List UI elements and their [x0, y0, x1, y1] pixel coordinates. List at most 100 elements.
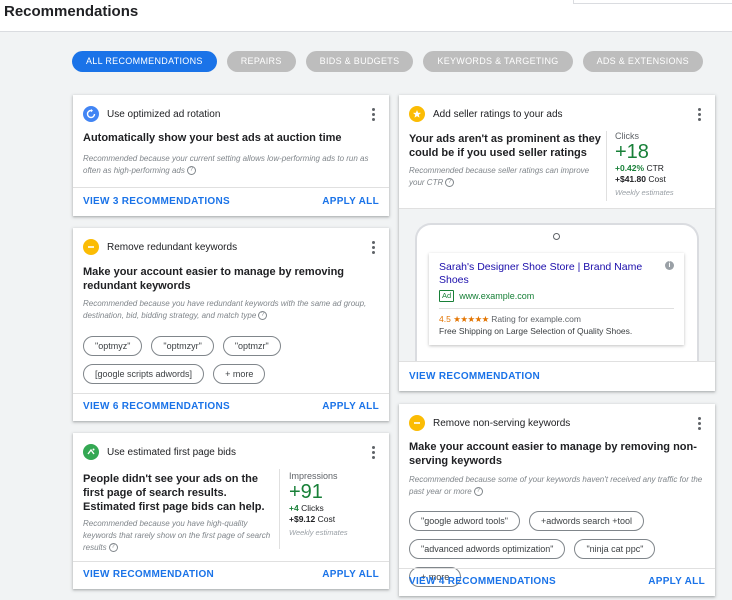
card-seller-ratings: Add seller ratings to your ads Your ads … — [399, 95, 715, 391]
reason-text: Recommended because seller ratings can i… — [409, 166, 590, 187]
more-options-icon[interactable] — [367, 239, 379, 255]
keyword-chip[interactable]: "advanced adwords optimization" — [409, 539, 566, 559]
more-options-icon[interactable] — [367, 444, 379, 460]
card-reason: Recommended because seller ratings can i… — [409, 165, 594, 189]
apply-all-link[interactable]: APPLY ALL — [322, 196, 379, 207]
keyword-chip[interactable]: [google scripts adwords] — [83, 364, 205, 384]
card-footer: VIEW 6 RECOMMENDATIONS APPLY ALL — [73, 393, 389, 421]
help-icon[interactable]: ? — [186, 166, 196, 176]
card-footer: VIEW RECOMMENDATION APPLY ALL — [73, 561, 389, 589]
minus-icon — [83, 239, 99, 255]
stats-metric-label: Impressions — [289, 471, 338, 481]
filter-keywords-targeting[interactable]: KEYWORDS & TARGETING — [423, 51, 573, 72]
stats-metric-label: Clicks — [615, 131, 639, 141]
view-recommendations-link[interactable]: VIEW 4 RECOMMENDATIONS — [409, 576, 556, 587]
help-icon[interactable]: ? — [258, 311, 268, 321]
ad-rating: 4.5 ★★★★★ Rating for example.com — [439, 313, 674, 325]
keyword-chip[interactable]: +adwords search +tool — [528, 511, 645, 531]
ad-separator — [439, 308, 674, 309]
help-icon[interactable]: ? — [445, 178, 455, 188]
help-icon[interactable]: ? — [473, 487, 483, 497]
apply-all-link[interactable]: APPLY ALL — [648, 576, 705, 587]
filter-bids-budgets[interactable]: BIDS & BUDGETS — [305, 51, 414, 72]
filter-repairs[interactable]: REPAIRS — [226, 51, 296, 72]
stats-line-label: CTR — [646, 163, 664, 173]
card-redundant-keywords: Remove redundant keywords Make your acco… — [73, 228, 389, 421]
card-headline: People didn't see your ads on the first … — [83, 473, 265, 513]
stats-value: +18 — [615, 141, 649, 163]
card-reason: Recommended because your current setting… — [83, 153, 373, 177]
card-header: Use optimized ad rotation — [83, 105, 379, 123]
stats-line-cost: +$41.80 Cost — [615, 174, 674, 185]
reason-text: Recommended because your current setting… — [83, 154, 369, 175]
card-label: Use optimized ad rotation — [107, 108, 221, 120]
keyword-chip[interactable]: "google adword tools" — [409, 511, 520, 531]
rating-value: 4.5 — [439, 314, 451, 324]
card-headline: Your ads aren't as prominent as they cou… — [409, 133, 601, 159]
apply-all-link[interactable]: APPLY ALL — [322, 401, 379, 412]
stats-divider — [279, 469, 280, 549]
stats-line-value: +$41.80 — [615, 174, 646, 184]
stats-note: Weekly estimates — [289, 528, 348, 537]
card-header: Add seller ratings to your ads — [409, 105, 705, 123]
help-icon[interactable]: ? — [108, 543, 118, 553]
keyword-chips: "optmyz" "optmzyr" "optmzr" [google scri… — [83, 336, 323, 384]
card-headline: Make your account easier to manage by re… — [409, 441, 697, 467]
stats-line-label: Clicks — [301, 503, 324, 513]
view-recommendations-link[interactable]: VIEW 6 RECOMMENDATIONS — [83, 401, 230, 412]
rating-stars-icon: ★★★★★ — [453, 314, 489, 324]
reason-text: Recommended because some of your keyword… — [409, 475, 703, 496]
card-footer: VIEW 3 RECOMMENDATIONS APPLY ALL — [73, 188, 389, 216]
keyword-chip[interactable]: "optmzyr" — [151, 336, 214, 356]
keyword-chip[interactable]: "optmyz" — [83, 336, 143, 356]
more-options-icon[interactable] — [367, 106, 379, 122]
phone-frame: Sarah's Designer Shoe Store | Brand Name… — [415, 223, 699, 361]
stats-line-value: +0.42% — [615, 163, 645, 173]
divider — [399, 361, 715, 362]
more-options-icon[interactable] — [693, 415, 705, 431]
view-recommendation-link[interactable]: VIEW RECOMMENDATION — [83, 569, 214, 580]
ad-preview: Sarah's Designer Shoe Store | Brand Name… — [429, 253, 684, 345]
stats-line-value: +$9.12 — [289, 514, 316, 524]
card-reason: Recommended because some of your keyword… — [409, 474, 709, 498]
stats-line-cost: +$9.12 Cost — [289, 514, 348, 525]
stats-line-label: Cost — [317, 514, 336, 524]
more-keywords-chip[interactable]: + more — [213, 364, 266, 384]
stats-line-value: +4 — [289, 503, 299, 513]
card-header: Use estimated first page bids — [83, 443, 379, 461]
card-label: Use estimated first page bids — [107, 446, 236, 458]
phone-preview-area: Sarah's Designer Shoe Store | Brand Name… — [399, 209, 715, 361]
phone-camera — [553, 233, 560, 240]
card-headline: Automatically show your best ads at auct… — [83, 132, 342, 144]
filter-ads-extensions[interactable]: ADS & EXTENSIONS — [582, 51, 703, 72]
ad-url: www.example.com — [459, 291, 535, 301]
stats-note: Weekly estimates — [615, 188, 674, 197]
rating-text: Rating for example.com — [491, 314, 581, 324]
card-ad-rotation: Use optimized ad rotation Automatically … — [73, 95, 389, 216]
star-icon — [409, 106, 425, 122]
stats-panel: Impressions +91 +4 Clicks +$9.12 Cost We… — [289, 471, 348, 537]
card-header: Remove redundant keywords — [83, 238, 379, 256]
card-header: Remove non-serving keywords — [409, 414, 705, 432]
keyword-chip[interactable]: "optmzr" — [222, 336, 281, 356]
card-label: Remove redundant keywords — [107, 241, 238, 253]
card-first-page-bids: Use estimated first page bids People did… — [73, 433, 389, 589]
more-options-icon[interactable] — [693, 106, 705, 122]
info-icon[interactable]: i — [665, 261, 674, 270]
minus-icon — [409, 415, 425, 431]
stats-panel: Clicks +18 +0.42% CTR +$41.80 Cost Weekl… — [615, 131, 674, 197]
top-search-box[interactable] — [573, 0, 732, 4]
filter-all-recommendations[interactable]: ALL RECOMMENDATIONS — [72, 51, 217, 72]
view-recommendation-link[interactable]: VIEW RECOMMENDATION — [409, 371, 540, 382]
ad-badge: Ad — [439, 290, 455, 302]
ad-title[interactable]: Sarah's Designer Shoe Store | Brand Name… — [439, 261, 654, 287]
card-label: Add seller ratings to your ads — [433, 108, 563, 120]
card-reason: Recommended because you have high-qualit… — [83, 518, 273, 554]
keyword-chip[interactable]: "ninja cat ppc" — [574, 539, 656, 559]
stats-line-label: Cost — [648, 174, 666, 184]
apply-all-link[interactable]: APPLY ALL — [322, 569, 379, 580]
ad-extension-text: Free Shipping on Large Selection of Qual… — [439, 326, 633, 336]
card-non-serving-keywords: Remove non-serving keywords Make your ac… — [399, 404, 715, 596]
view-recommendations-link[interactable]: VIEW 3 RECOMMENDATIONS — [83, 196, 230, 207]
ad-url-row: Ad www.example.com — [439, 290, 674, 302]
